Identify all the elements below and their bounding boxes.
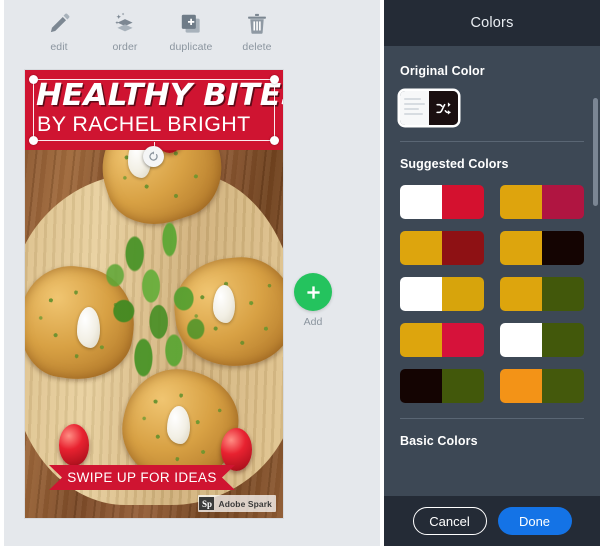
swatch-half-right — [542, 277, 584, 311]
color-swatch[interactable] — [400, 277, 484, 311]
app-root: edit order duplicate delete HEALTHY BITE… — [0, 0, 600, 546]
swatch-half-left — [400, 369, 442, 403]
color-swatch[interactable] — [500, 231, 584, 265]
swatch-half-right — [442, 185, 484, 219]
swatch-half-left — [500, 185, 542, 219]
spark-mark: Sp — [199, 497, 215, 510]
original-color-preview — [400, 91, 429, 125]
swatch-half-right — [542, 369, 584, 403]
cherry-tomato — [221, 428, 253, 471]
color-swatch[interactable] — [500, 369, 584, 403]
color-swatch[interactable] — [500, 185, 584, 219]
color-swatch[interactable] — [400, 369, 484, 403]
trash-icon — [248, 13, 266, 34]
canvas-pane: edit order duplicate delete HEALTHY BITE… — [0, 0, 380, 546]
swatch-half-right — [442, 369, 484, 403]
swatch-half-left — [400, 277, 442, 311]
toolbar-label-edit: edit — [50, 41, 68, 53]
swatch-half-right — [542, 185, 584, 219]
garlic-clove — [213, 285, 236, 324]
parsley-garnish — [102, 217, 211, 398]
swatch-half-left — [500, 369, 542, 403]
done-button[interactable]: Done — [497, 507, 572, 535]
panel-body: Original Color Suggested Colors Basic Co… — [384, 46, 600, 496]
toolbar-label-order: order — [112, 41, 138, 53]
add-button-circle[interactable] — [294, 273, 332, 311]
rotate-handle[interactable] — [143, 146, 164, 167]
swatch-half-left — [500, 323, 542, 357]
swatch-half-left — [400, 185, 442, 219]
swipe-banner-text: SWIPE UP FOR IDEAS — [67, 470, 217, 485]
toolbar-item-edit[interactable]: edit — [26, 0, 92, 53]
panel-footer: Cancel Done — [384, 496, 600, 546]
toolbar-item-delete[interactable]: delete — [224, 0, 290, 53]
swatch-half-left — [400, 231, 442, 265]
cancel-button[interactable]: Cancel — [412, 507, 487, 535]
design-card[interactable]: HEALTHY BITES BY RACHEL BRIGHT SWIPE UP … — [25, 70, 283, 518]
garlic-clove — [76, 307, 100, 348]
toolbar-item-order[interactable]: order — [92, 0, 158, 53]
adobe-spark-watermark: Sp Adobe Spark — [198, 495, 276, 512]
toolbar-item-duplicate[interactable]: duplicate — [158, 0, 224, 53]
card-title: HEALTHY BITES — [36, 78, 283, 113]
swatch-half-left — [500, 277, 542, 311]
object-toolbar: edit order duplicate delete — [4, 0, 380, 58]
suggested-colors-label: Suggested Colors — [400, 157, 509, 171]
color-swatch[interactable] — [500, 277, 584, 311]
shuffle-icon — [436, 101, 451, 115]
swatch-half-right — [442, 277, 484, 311]
swatch-half-right — [442, 231, 484, 265]
suggested-colors-grid — [400, 185, 584, 403]
layers-order-icon — [115, 12, 133, 32]
color-swatch[interactable] — [500, 323, 584, 357]
swatch-half-left — [500, 231, 542, 265]
add-button[interactable]: Add — [285, 273, 341, 328]
panel-title: Colors — [470, 15, 514, 31]
swipe-banner: SWIPE UP FOR IDEAS — [49, 465, 235, 490]
original-color-row — [400, 91, 584, 125]
color-swatch[interactable] — [400, 231, 484, 265]
title-banner[interactable]: HEALTHY BITES BY RACHEL BRIGHT — [25, 70, 283, 150]
original-color-swatch[interactable] — [400, 91, 458, 125]
swatch-half-right — [442, 323, 484, 357]
color-swatch[interactable] — [400, 323, 484, 357]
basic-colors-label: Basic Colors — [400, 434, 478, 448]
garlic-clove — [166, 406, 191, 445]
colors-panel: Colors Original Color Suggested Colors B… — [380, 0, 600, 546]
panel-header: Colors — [384, 0, 600, 46]
duplicate-icon — [181, 14, 200, 33]
swatch-half-right — [542, 323, 584, 357]
card-subtitle: BY RACHEL BRIGHT — [37, 113, 251, 136]
pencil-icon — [50, 13, 70, 33]
original-color-label: Original Color — [400, 64, 485, 78]
swatch-half-right — [542, 231, 584, 265]
shuffle-colors-button[interactable] — [429, 91, 458, 125]
spark-text: Adobe Spark — [218, 498, 272, 509]
color-swatch[interactable] — [400, 185, 484, 219]
plus-icon — [306, 285, 320, 299]
swatch-half-left — [400, 323, 442, 357]
rotate-icon — [149, 151, 158, 161]
toolbar-label-delete: delete — [242, 41, 272, 53]
add-button-label: Add — [303, 316, 323, 328]
panel-scrollbar[interactable] — [593, 98, 598, 206]
toolbar-label-duplicate: duplicate — [169, 41, 213, 53]
